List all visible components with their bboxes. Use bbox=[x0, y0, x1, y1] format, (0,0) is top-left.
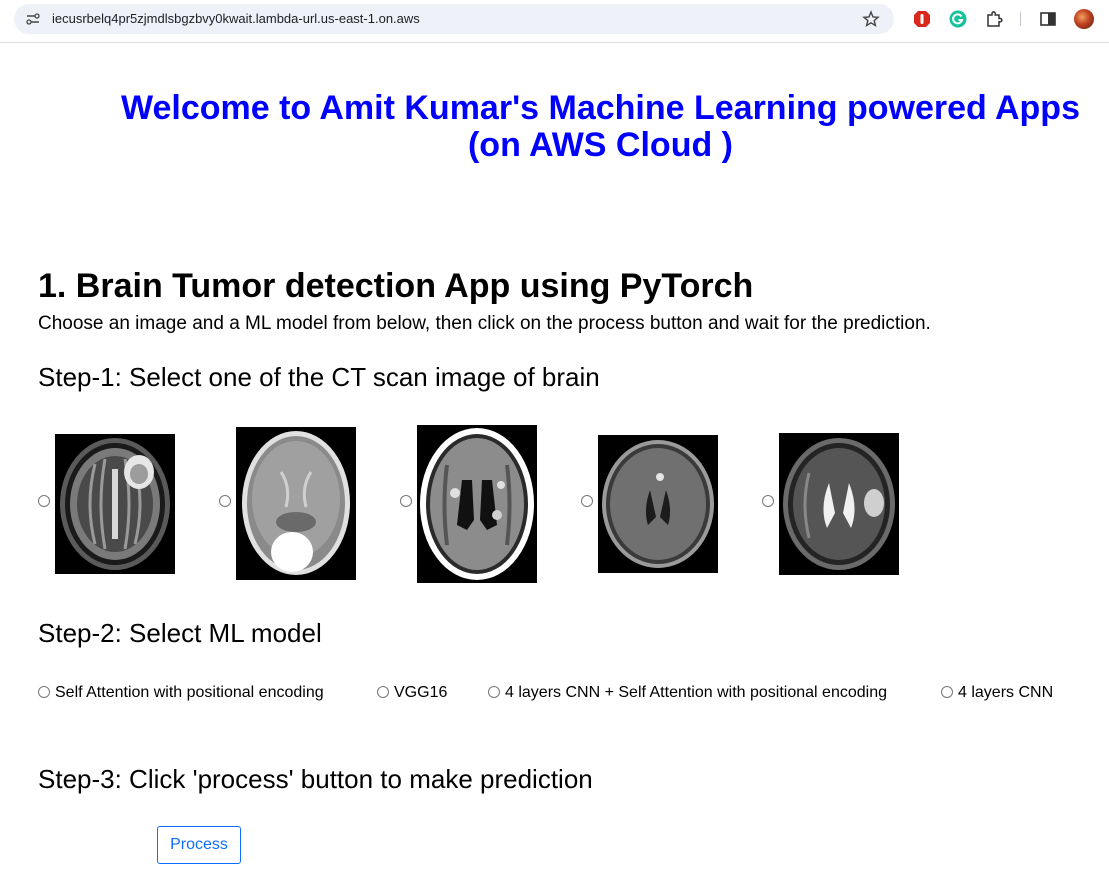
model-radio-4-layers-cnn[interactable] bbox=[941, 686, 953, 698]
model-radio-vgg16[interactable] bbox=[377, 686, 389, 698]
image-radio-3[interactable] bbox=[400, 495, 412, 507]
adblock-icon[interactable] bbox=[913, 10, 931, 28]
model-radio-self-attention[interactable] bbox=[38, 686, 50, 698]
toolbar-separator bbox=[1020, 12, 1021, 26]
process-button[interactable]: Process bbox=[157, 826, 241, 864]
page-title-line-1: Welcome to Amit Kumar's Machine Learning… bbox=[121, 89, 1080, 127]
app-description: Choose an image and a ML model from belo… bbox=[38, 313, 931, 334]
address-bar[interactable]: iecusrbelq4pr5zjmdlsbgzbvy0kwait.lambda-… bbox=[14, 4, 894, 34]
grammarly-icon[interactable] bbox=[949, 10, 967, 28]
brain-scan-5[interactable] bbox=[779, 433, 899, 575]
url-text[interactable]: iecusrbelq4pr5zjmdlsbgzbvy0kwait.lambda-… bbox=[52, 11, 420, 26]
site-info-icon[interactable] bbox=[26, 12, 40, 26]
browser-toolbar: iecusrbelq4pr5zjmdlsbgzbvy0kwait.lambda-… bbox=[0, 0, 1109, 43]
brain-scan-1[interactable] bbox=[55, 434, 175, 574]
image-radio-1[interactable] bbox=[38, 495, 50, 507]
brain-scan-2[interactable] bbox=[236, 427, 356, 580]
star-icon[interactable] bbox=[862, 10, 880, 28]
brain-scan-4[interactable] bbox=[598, 435, 718, 573]
model-label-self-attention[interactable]: Self Attention with positional encoding bbox=[55, 684, 324, 702]
model-label-cnn-self-attention[interactable]: 4 layers CNN + Self Attention with posit… bbox=[505, 684, 887, 702]
step-2-heading: Step-2: Select ML model bbox=[38, 618, 322, 648]
image-radio-5[interactable] bbox=[762, 495, 774, 507]
page-title: Welcome to Amit Kumar's Machine Learning… bbox=[100, 90, 1101, 164]
brain-scan-3[interactable] bbox=[417, 425, 537, 583]
model-label-4-layers-cnn[interactable]: 4 layers CNN bbox=[958, 684, 1053, 702]
extensions-puzzle-icon[interactable] bbox=[985, 10, 1003, 28]
step-1-heading: Step-1: Select one of the CT scan image … bbox=[38, 362, 600, 392]
model-label-vgg16[interactable]: VGG16 bbox=[394, 684, 447, 702]
app-heading: 1. Brain Tumor detection App using PyTor… bbox=[38, 267, 754, 305]
profile-avatar[interactable] bbox=[1074, 9, 1094, 29]
page-title-line-2: (on AWS Cloud ) bbox=[467, 126, 733, 164]
image-radio-4[interactable] bbox=[581, 495, 593, 507]
image-radio-2[interactable] bbox=[219, 495, 231, 507]
step-3-heading: Step-3: Click 'process' button to make p… bbox=[38, 764, 593, 794]
model-radio-cnn-self-attention[interactable] bbox=[488, 686, 500, 698]
side-panel-icon[interactable] bbox=[1039, 10, 1057, 28]
